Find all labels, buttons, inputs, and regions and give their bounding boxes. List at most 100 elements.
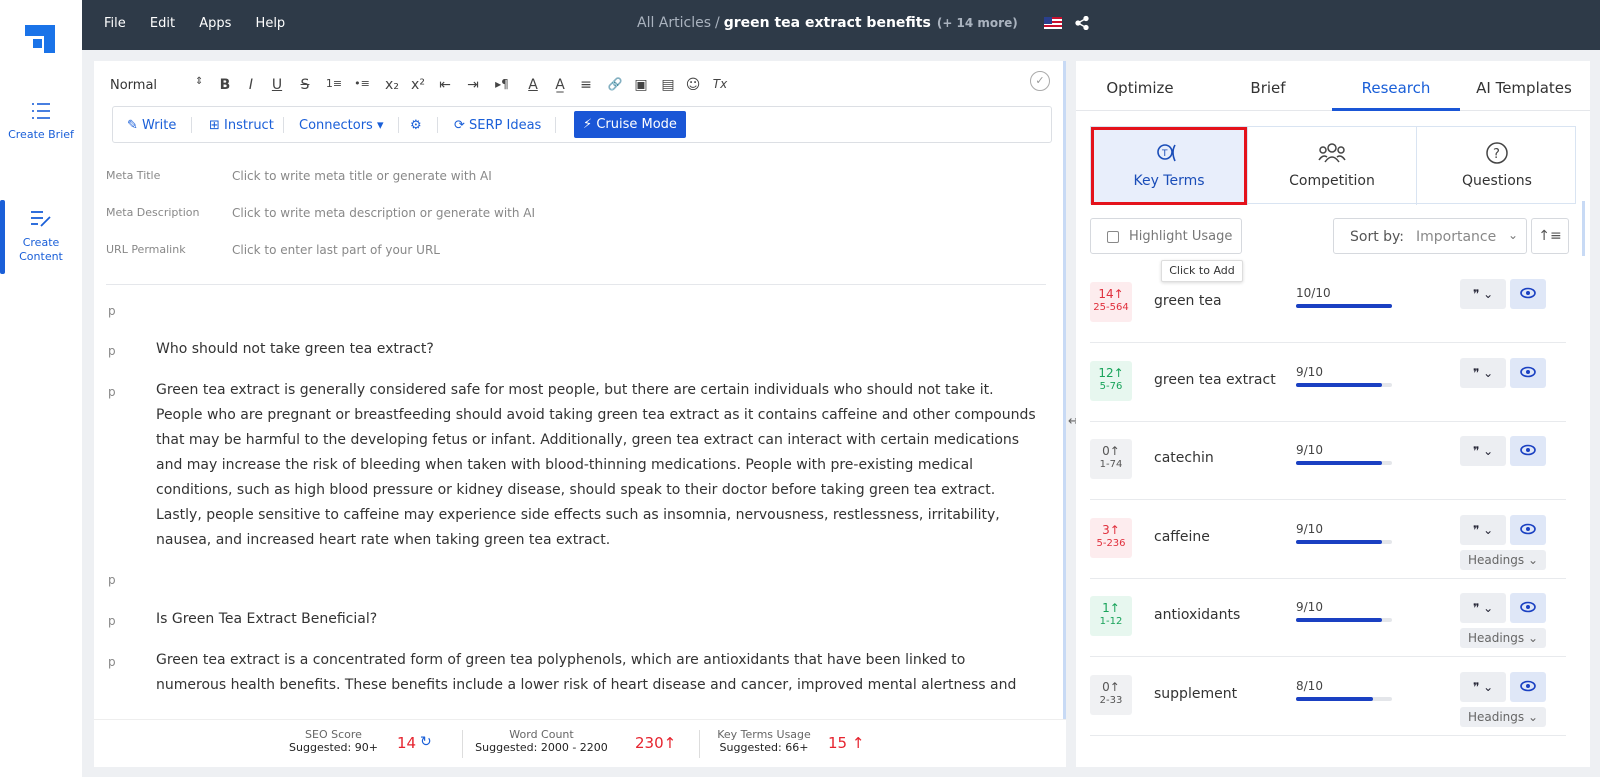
content-paragraph[interactable]: Green tea extract is generally considere… [156,378,1036,553]
align-icon[interactable]: ≡ [576,77,596,93]
sort-label: Sort by: [1350,229,1405,245]
menu-help[interactable]: Help [256,16,286,31]
importance-bar-fill [1296,696,1373,701]
research-subtabs: T Key Terms Competition ? Questions [1090,126,1577,205]
subtab-key-terms[interactable]: T Key Terms [1091,127,1247,205]
write-button[interactable]: ✎ Write [127,118,176,133]
menu-file[interactable]: File [104,16,126,31]
clear-format-icon[interactable]: Tx [710,77,730,91]
tab-research[interactable]: Research [1332,79,1460,97]
outdent-icon[interactable]: ⇤ [435,77,455,93]
key-term-row[interactable]: 0↑ 2-33 supplement 8/10 ❞ ⌄ Headings ⌄ [1090,658,1566,736]
importance-score: 9/10 [1296,364,1323,379]
ordered-list-icon[interactable]: 1≡ [324,77,344,90]
subscript-button[interactable]: x₂ [382,77,402,93]
highlight-usage-checkbox[interactable]: Highlight Usage [1090,218,1242,254]
key-term-name[interactable]: green tea [1154,293,1222,309]
svg-text:?: ? [1493,147,1500,162]
refresh-icon[interactable]: ↻ [420,734,432,750]
crumb-current: green tea extract benefits [723,15,931,31]
tab-ai-templates[interactable]: AI Templates [1460,79,1588,97]
meta-description-field[interactable]: Click to write meta description or gener… [232,206,535,220]
link-icon[interactable]: 🔗 [605,77,625,91]
url-permalink-field[interactable]: Click to enter last part of your URL [232,243,440,257]
sort-order-button[interactable]: ↑≡ [1531,218,1569,254]
sort-order-icon: ↑≡ [1538,228,1562,244]
text-direction-icon[interactable]: ▸¶ [492,77,512,91]
format-select[interactable]: Normal [110,78,157,93]
key-terms-usage-number: 15 [828,734,848,752]
emoji-icon[interactable]: ☺ [683,77,703,93]
key-term-name[interactable]: caffeine [1154,529,1210,545]
key-term-name[interactable]: green tea extract [1154,372,1276,388]
view-usage-button[interactable] [1510,436,1546,466]
quote-dropdown-button[interactable]: ❞ ⌄ [1460,514,1506,545]
updown-icon[interactable]: ⇕ [195,76,203,87]
content-heading[interactable]: Who should not take green tea extract? [156,337,1036,362]
tab-brief[interactable]: Brief [1204,79,1332,97]
checkbox[interactable] [1107,231,1119,243]
quote-dropdown-button[interactable]: ❞ ⌄ [1460,436,1506,466]
view-usage-button[interactable] [1510,279,1546,309]
check-circle-icon[interactable]: ✓ [1030,71,1050,91]
editor-scrollbar[interactable] [1063,61,1066,767]
italic-button[interactable]: I [241,77,261,93]
underline-button[interactable]: U [267,77,287,93]
content-paragraph[interactable]: Green tea extract is a concentrated form… [156,648,1036,698]
crumb-all-articles[interactable]: All Articles [637,15,711,31]
panel-scrollbar[interactable] [1582,201,1585,256]
headings-dropdown[interactable]: Headings ⌄ [1460,549,1546,570]
nav-create-brief[interactable]: Create Brief [0,100,82,142]
cruise-mode-button[interactable]: ⚡ Cruise Mode [574,111,686,138]
settings-gear-icon[interactable]: ⚙ [410,118,422,133]
view-usage-button[interactable] [1510,593,1546,623]
view-usage-button[interactable] [1510,514,1546,545]
seo-score-suggested: Suggested: 90+ [289,741,378,754]
quote-dropdown-button[interactable]: ❞ ⌄ [1460,593,1506,623]
indent-icon[interactable]: ⇥ [463,77,483,93]
headings-dropdown[interactable]: Headings ⌄ [1460,628,1546,648]
superscript-button[interactable]: x² [408,77,428,93]
seo-score-stat: SEO Score Suggested: 90+ [286,728,381,754]
serp-ideas-button[interactable]: ⟳ SERP Ideas [454,118,541,133]
us-flag-icon[interactable] [1044,17,1063,29]
format-toolbar: Normal ⇕ B I U S 1≡ •≡ x₂ x² ⇤ ⇥ ▸¶ A A̲… [110,74,1050,104]
quote-dropdown-button[interactable]: ❞ ⌄ [1460,279,1506,309]
key-term-name[interactable]: antioxidants [1154,607,1240,623]
quote-dropdown-button[interactable]: ❞ ⌄ [1460,357,1506,388]
key-term-row[interactable]: 0↑ 1-74 catechin 9/10 ❞ ⌄ [1090,422,1566,500]
bold-button[interactable]: B [215,77,235,93]
key-term-row[interactable]: 14↑ 25-564 green tea 10/10 ❞ ⌄ [1090,265,1566,343]
key-term-row[interactable]: 12↑ 5-76 green tea extract 9/10 ❞ ⌄ [1090,344,1566,422]
image-icon[interactable]: ▣ [631,77,651,93]
view-usage-button[interactable] [1510,357,1546,388]
meta-title-field[interactable]: Click to write meta title or generate wi… [232,169,492,183]
headings-dropdown[interactable]: Headings ⌄ [1460,706,1546,727]
bullet-list-icon[interactable]: •≡ [352,77,372,90]
subtab-competition[interactable]: Competition [1248,127,1416,205]
crumb-more[interactable]: (+ 14 more) [937,16,1018,30]
tab-optimize[interactable]: Optimize [1076,79,1204,97]
key-term-row[interactable]: 1↑ 1-12 antioxidants 9/10 ❞ ⌄ Headings ⌄ [1090,579,1566,657]
connectors-dropdown[interactable]: Connectors ▾ [299,118,384,133]
key-term-name[interactable]: catechin [1154,450,1214,466]
subtab-questions[interactable]: ? Questions [1417,127,1577,205]
view-usage-button[interactable] [1510,671,1546,702]
strike-button[interactable]: S [295,77,315,93]
instruct-button[interactable]: ⊞ Instruct [209,118,274,133]
menu-edit[interactable]: Edit [150,16,175,31]
share-icon[interactable] [1074,16,1089,30]
sort-select[interactable]: Sort by: Importance ⌄ [1333,218,1527,254]
menu-apps[interactable]: Apps [199,16,231,31]
font-color-icon[interactable]: A [523,77,543,93]
nav-create-content[interactable]: Create Content [0,200,82,274]
key-term-row[interactable]: 3↑ 5-236 caffeine 9/10 ❞ ⌄ Headings ⌄ [1090,501,1566,579]
video-icon[interactable]: ▤ [658,77,678,93]
quote-dropdown-button[interactable]: ❞ ⌄ [1460,671,1506,702]
key-term-name[interactable]: supplement [1154,686,1237,702]
chevron-down-icon: ⌄ [1483,601,1494,615]
importance-bar-fill [1296,461,1383,465]
content-heading[interactable]: Is Green Tea Extract Beneficial? [156,607,1036,632]
app-logo[interactable] [25,25,55,53]
highlight-color-icon[interactable]: A̲ [550,77,570,93]
